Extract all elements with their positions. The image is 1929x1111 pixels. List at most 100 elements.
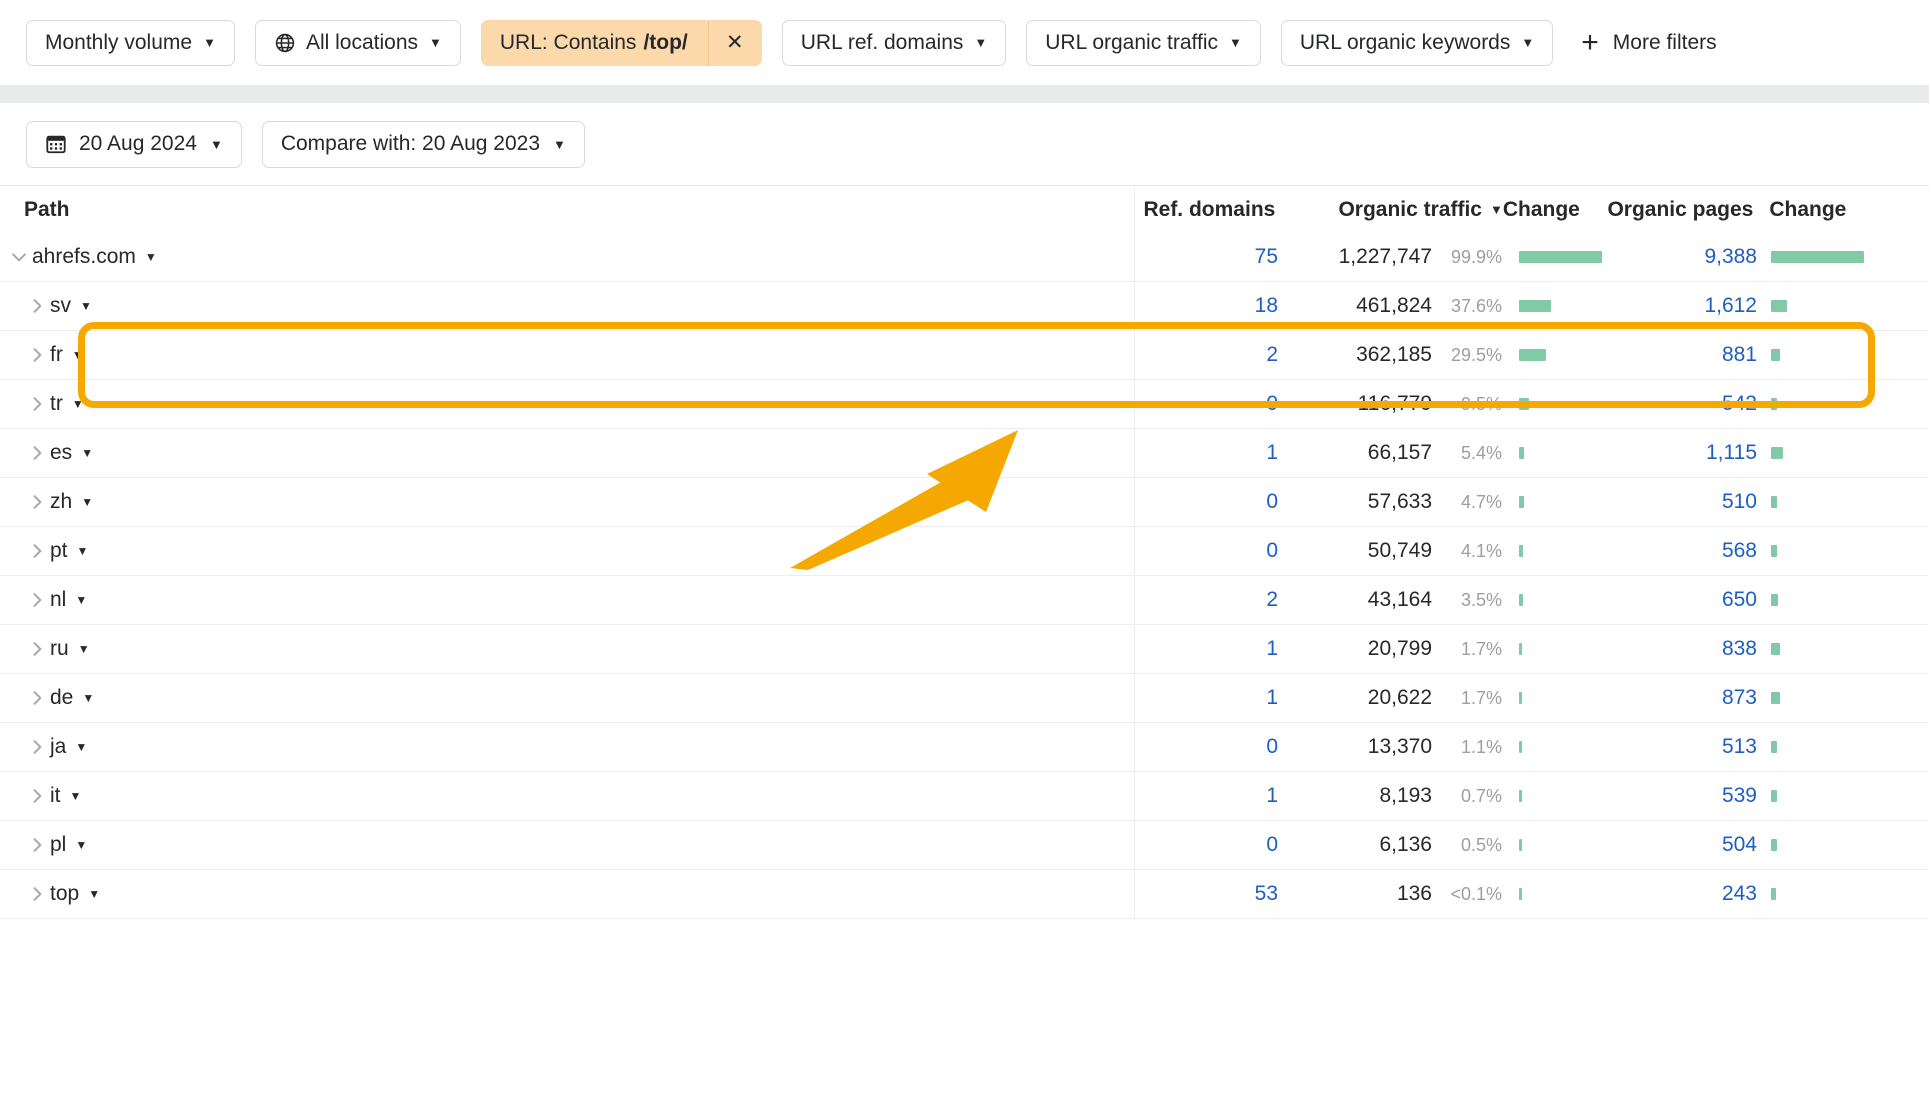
ref-domains-value[interactable]: 0 <box>1134 539 1284 563</box>
chevron-right-icon[interactable] <box>24 345 50 365</box>
chevron-down-icon[interactable]: ▼ <box>80 299 92 313</box>
chevron-down-icon[interactable]: ▼ <box>75 593 87 607</box>
more-filters-button[interactable]: + More filters <box>1581 20 1716 66</box>
chevron-down-icon[interactable]: ▼ <box>72 348 84 362</box>
chevron-down-icon[interactable]: ▼ <box>75 740 87 754</box>
ref-domains-value[interactable]: 1 <box>1134 686 1284 710</box>
path-label[interactable]: ahrefs.com ▼ <box>32 245 157 269</box>
ref-domains-value[interactable]: 75 <box>1134 245 1284 269</box>
column-header-path[interactable]: Path <box>0 186 1132 233</box>
table-row[interactable]: de ▼ 1 20,622 1.7% 873 <box>0 674 1929 723</box>
close-icon[interactable]: ✕ <box>709 21 761 65</box>
chevron-right-icon[interactable] <box>24 590 50 610</box>
path-label[interactable]: ja ▼ <box>50 735 87 759</box>
column-header-ref-domains[interactable]: Ref. domains <box>1132 198 1282 222</box>
organic-pages-value[interactable]: 650 <box>1609 588 1757 612</box>
chevron-down-icon[interactable]: ▼ <box>82 691 94 705</box>
ref-domains-value[interactable]: 1 <box>1134 637 1284 661</box>
table-row[interactable]: es ▼ 1 66,157 5.4% 1,115 <box>0 429 1929 478</box>
column-header-change-traffic[interactable]: Change <box>1503 198 1606 222</box>
path-label[interactable]: pl ▼ <box>50 833 87 857</box>
ref-domains-value[interactable]: 1 <box>1134 441 1284 465</box>
filter-all-locations[interactable]: All locations ▼ <box>254 19 461 66</box>
column-header-organic-pages[interactable]: Organic pages <box>1606 198 1753 222</box>
organic-pages-value[interactable]: 1,115 <box>1609 441 1757 465</box>
chevron-right-icon[interactable] <box>24 688 50 708</box>
path-label[interactable]: fr ▼ <box>50 343 84 367</box>
table-row[interactable]: pl ▼ 0 6,136 0.5% 504 <box>0 821 1929 870</box>
ref-domains-value[interactable]: 1 <box>1134 784 1284 808</box>
chevron-down-icon[interactable]: ▼ <box>72 397 84 411</box>
chevron-right-icon[interactable] <box>24 296 50 316</box>
table-row[interactable]: tr ▼ 0 116,779 9.5% 542 <box>0 380 1929 429</box>
filter-url-organic-traffic[interactable]: URL organic traffic ▼ <box>1026 19 1261 66</box>
organic-pages-value[interactable]: 838 <box>1609 637 1757 661</box>
filter-monthly-volume[interactable]: Monthly volume ▼ <box>26 19 235 66</box>
table-row[interactable]: ru ▼ 1 20,799 1.7% 838 <box>0 625 1929 674</box>
path-label[interactable]: zh ▼ <box>50 490 93 514</box>
organic-pages-value[interactable]: 542 <box>1609 392 1757 416</box>
chevron-right-icon[interactable] <box>24 492 50 512</box>
chevron-right-icon[interactable] <box>24 639 50 659</box>
chevron-right-icon[interactable] <box>24 786 50 806</box>
organic-pages-value[interactable]: 873 <box>1609 686 1757 710</box>
table-row[interactable]: pt ▼ 0 50,749 4.1% 568 <box>0 527 1929 576</box>
column-header-change-pages[interactable]: Change <box>1753 198 1929 222</box>
chevron-down-icon[interactable]: ▼ <box>145 250 157 264</box>
organic-pages-value[interactable]: 510 <box>1609 490 1757 514</box>
ref-domains-value[interactable]: 0 <box>1134 490 1284 514</box>
organic-pages-value[interactable]: 504 <box>1609 833 1757 857</box>
chevron-right-icon[interactable] <box>24 541 50 561</box>
chevron-right-icon[interactable] <box>24 394 50 414</box>
table-row[interactable]: ja ▼ 0 13,370 1.1% 513 <box>0 723 1929 772</box>
ref-domains-value[interactable]: 0 <box>1134 392 1284 416</box>
organic-pages-value[interactable]: 881 <box>1609 343 1757 367</box>
path-label[interactable]: tr ▼ <box>50 392 84 416</box>
ref-domains-value[interactable]: 0 <box>1134 833 1284 857</box>
chevron-down-icon[interactable]: ▼ <box>77 544 89 558</box>
date-picker[interactable]: 20 Aug 2024 ▼ <box>26 120 242 168</box>
compare-date-picker[interactable]: Compare with: 20 Aug 2023 ▼ <box>261 120 585 168</box>
filter-url-ref-domains[interactable]: URL ref. domains ▼ <box>781 19 1007 66</box>
ref-domains-value[interactable]: 0 <box>1134 735 1284 759</box>
chevron-down-icon[interactable]: ▼ <box>88 887 100 901</box>
chevron-down-icon[interactable]: ▼ <box>70 789 82 803</box>
path-label[interactable]: pt ▼ <box>50 539 88 563</box>
path-label[interactable]: it ▼ <box>50 784 81 808</box>
chevron-down-icon[interactable] <box>6 247 32 267</box>
chevron-down-icon[interactable]: ▼ <box>81 446 93 460</box>
organic-pages-value[interactable]: 513 <box>1609 735 1757 759</box>
table-row[interactable]: top ▼ 53 136 <0.1% 243 <box>0 870 1929 919</box>
ref-domains-value[interactable]: 2 <box>1134 588 1284 612</box>
chevron-down-icon[interactable]: ▼ <box>75 838 87 852</box>
organic-pages-value[interactable]: 9,388 <box>1609 245 1757 269</box>
table-row[interactable]: sv ▼ 18 461,824 37.6% 1,612 <box>0 282 1929 331</box>
organic-pages-value[interactable]: 568 <box>1609 539 1757 563</box>
ref-domains-value[interactable]: 2 <box>1134 343 1284 367</box>
table-row[interactable]: zh ▼ 0 57,633 4.7% 510 <box>0 478 1929 527</box>
path-label[interactable]: ru ▼ <box>50 637 90 661</box>
path-label[interactable]: top ▼ <box>50 882 100 906</box>
organic-pages-value[interactable]: 243 <box>1609 882 1757 906</box>
path-label[interactable]: nl ▼ <box>50 588 87 612</box>
ref-domains-value[interactable]: 53 <box>1134 882 1284 906</box>
filter-url-contains[interactable]: URL: Contains /top/ ✕ <box>480 19 762 66</box>
table-row[interactable]: it ▼ 1 8,193 0.7% 539 <box>0 772 1929 821</box>
organic-pages-value[interactable]: 1,612 <box>1609 294 1757 318</box>
organic-pages-value[interactable]: 539 <box>1609 784 1757 808</box>
chevron-right-icon[interactable] <box>24 835 50 855</box>
path-label[interactable]: de ▼ <box>50 686 94 710</box>
filter-url-organic-keywords[interactable]: URL organic keywords ▼ <box>1280 19 1554 66</box>
path-label[interactable]: sv ▼ <box>50 294 92 318</box>
table-row[interactable]: ahrefs.com ▼ 75 1,227,747 99.9% 9,388 <box>0 233 1929 282</box>
table-row[interactable]: fr ▼ 2 362,185 29.5% 881 <box>0 331 1929 380</box>
chevron-right-icon[interactable] <box>24 737 50 757</box>
path-label[interactable]: es ▼ <box>50 441 93 465</box>
chevron-right-icon[interactable] <box>24 443 50 463</box>
chevron-down-icon[interactable]: ▼ <box>81 495 93 509</box>
chevron-right-icon[interactable] <box>24 884 50 904</box>
ref-domains-value[interactable]: 18 <box>1134 294 1284 318</box>
column-header-organic-traffic[interactable]: Organic traffic ▼ <box>1281 198 1502 222</box>
table-row[interactable]: nl ▼ 2 43,164 3.5% 650 <box>0 576 1929 625</box>
chevron-down-icon[interactable]: ▼ <box>78 642 90 656</box>
